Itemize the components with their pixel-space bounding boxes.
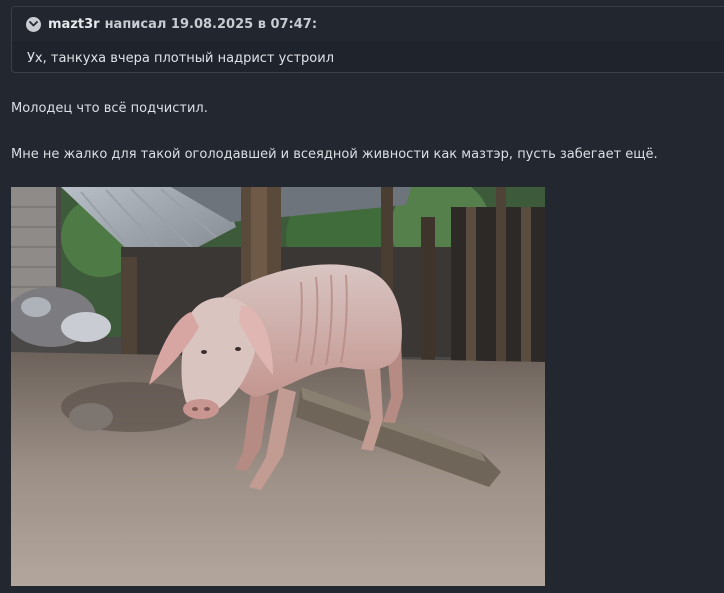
quote-block: mazt3r написал 19.08.2025 в 07:47: Ух, т… [11,6,724,73]
chevron-down-icon[interactable] [26,16,41,32]
quote-header: mazt3r написал 19.08.2025 в 07:47: [12,7,724,41]
quote-text: Ух, танкуха вчера плотный надрист устрои… [27,51,335,66]
quote-author-link[interactable]: mazt3r [48,17,100,32]
forum-post: mazt3r написал 19.08.2025 в 07:47: Ух, т… [0,0,724,593]
message-text-line: Молодец что всё подчистил. [11,101,208,116]
quote-meta: написал 19.08.2025 в 07:47: [104,16,318,32]
pig-photo [11,187,545,586]
message-text-line: Мне не жалко для такой оголодавшей и все… [11,147,658,162]
post-image[interactable] [11,187,545,586]
